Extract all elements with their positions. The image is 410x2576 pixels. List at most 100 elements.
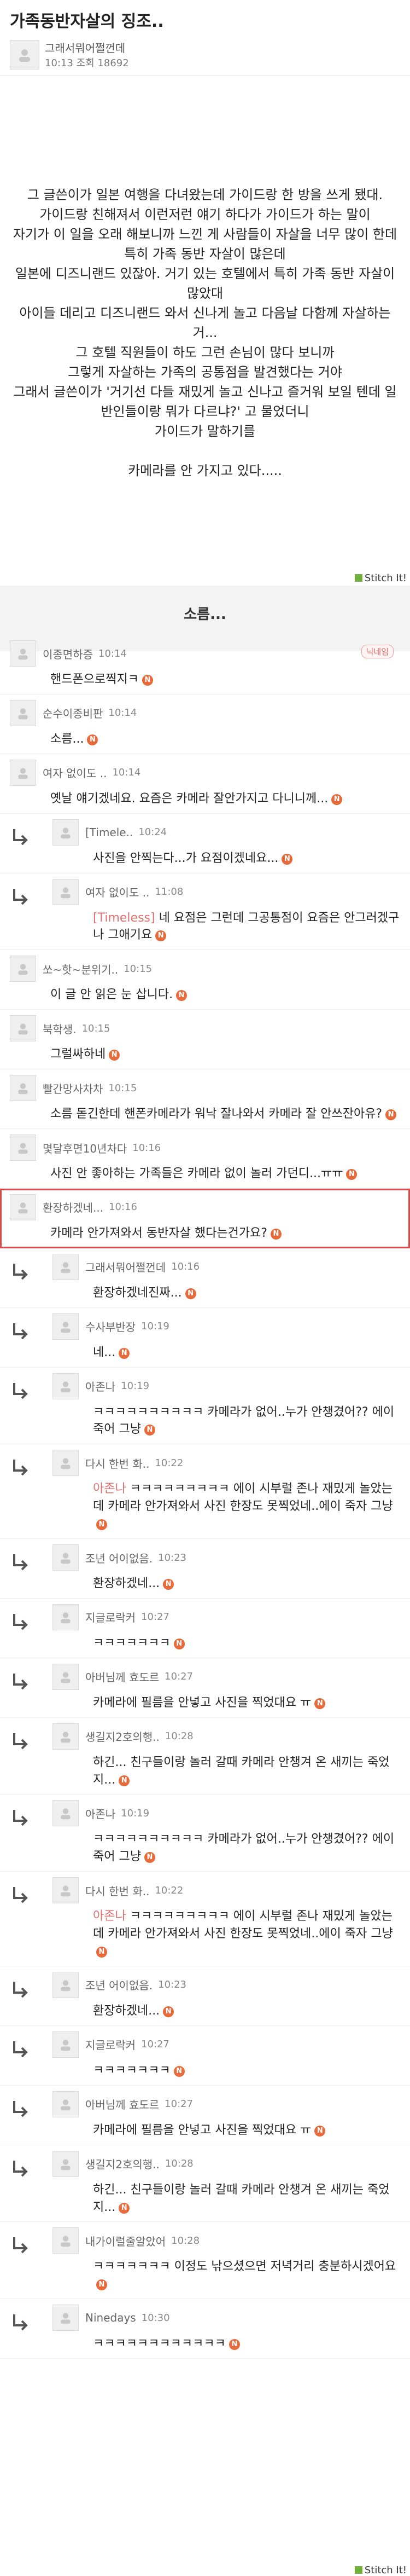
commenter-avatar[interactable] [52,878,79,905]
comment-time: 10:30 [141,2312,170,2324]
commenter-nickname[interactable]: 다시 한번 화.. [85,1883,149,1898]
stitch-icon [354,574,362,582]
commenter-nickname[interactable]: Ninedays [85,2311,136,2324]
author-avatar[interactable] [10,39,39,70]
comment-text: ㅋㅋㅋㅋㅋㅋㅋㅋㅋㅋ 카메라가 없어..누가 안챙겼어?? 에이 죽어 그냥 N [93,1404,400,1439]
commenter-nickname[interactable]: 북학생. [43,1021,77,1037]
comment-text: 카메라 안가져와서 동반자살 했다는건가요? N [50,1225,400,1242]
reply-comment: 조년 어이없음. 10:23 환장하겠네... N [0,1966,410,2026]
mention-tag[interactable]: [Timeless] [93,911,155,925]
commenter-avatar[interactable] [52,2091,79,2117]
commenter-avatar[interactable] [52,1604,79,1630]
commenter-nickname[interactable]: 여자 없이도 .. [85,884,149,900]
comment-body: 옛날 얘기겠네요. 요즘은 카메라 잘안가지고 다니니께... [50,791,329,806]
mention-tag[interactable]: 아존나 [93,1909,126,1923]
commenter-avatar[interactable] [10,1194,36,1220]
commenter-avatar[interactable] [52,1971,79,1998]
commenter-nickname[interactable]: 내가이럴줄알았어 [85,2233,166,2249]
comment-text: ㅋㅋㅋㅋㅋㅋㅋ 이정도 낚으셨으면 저녁거리 충분하시겠어요 N [93,2258,400,2293]
mention-tag[interactable]: 아존나 [93,1482,126,1496]
commenter-avatar[interactable] [10,759,36,786]
commenter-avatar[interactable] [52,1723,79,1750]
default-avatar-icon [61,1458,71,1469]
new-badge-icon: N [119,2202,130,2214]
commenter-avatar[interactable] [52,2227,79,2254]
new-badge-icon: N [96,1947,107,1958]
commenter-avatar[interactable] [10,1134,36,1161]
commenter-nickname[interactable]: 조년 어이없음. [85,1550,153,1566]
comment-body: ㅋㅋㅋㅋㅋㅋㅋㅋㅋㅋ 카메라가 없어..누가 안챙겼어?? 에이 죽어 그냥 [93,1405,395,1437]
reply-comment: 생길지2호의행.. 10:28 하긴... 친구들이랑 놀러 갈때 카메라 안챙겨 … [0,2145,410,2222]
commenter-nickname[interactable]: 아버님께 효도르 [85,1669,159,1684]
default-avatar-icon [61,827,71,838]
comment-time: 10:28 [171,2235,200,2247]
commenter-avatar[interactable] [52,1544,79,1571]
comment-text: 하긴... 친구들이랑 놀러 갈때 카메라 안챙겨 온 새끼는 죽었지... N [93,2181,400,2216]
commenter-avatar[interactable] [10,1015,36,1042]
commenter-nickname[interactable]: 그래서뭐어쩔껀데 [85,1259,166,1275]
comment-text: 옛날 얘기겠네요. 요즘은 카메라 잘안가지고 다니니께... N [50,790,400,808]
comment-body: ㅋㅋㅋㅋㅋㅋㅋ [93,1636,171,1650]
comment-body: 카메라에 필름을 안넣고 사진을 찍었대요 ㅠ [93,2123,312,2137]
commenter-avatar[interactable] [52,1253,79,1280]
commenter-avatar[interactable] [52,2031,79,2058]
default-avatar-icon [61,1672,71,1683]
stitch-icon [354,2566,362,2574]
commenter-nickname[interactable]: 여자 없이도 .. [43,765,107,780]
commenter-nickname[interactable]: 빨간망사차차 [43,1080,103,1096]
commenter-avatar[interactable] [52,2150,79,2177]
comment-time: 10:28 [165,1730,194,1743]
new-badge-icon: N [270,1228,282,1240]
reply-comment: [Timele.. 10:24 사진을 안찍는다...가 요점이겠네요... N [0,814,410,873]
commenter-nickname[interactable]: 몇달후면10년차다 [43,1140,127,1156]
commenter-avatar[interactable] [52,2305,79,2331]
commenter-avatar[interactable] [52,1313,79,1340]
commenter-nickname[interactable]: 생길지2호의행.. [85,2156,160,2172]
commenter-avatar[interactable] [52,1800,79,1827]
reply-arrow-icon [13,1323,28,1340]
commenter-nickname[interactable]: 아버님께 효도르 [85,2096,159,2112]
default-avatar-icon [61,1262,71,1273]
commenter-nickname[interactable]: 쏘~핫~분위기.. [43,961,118,977]
default-avatar-icon [18,964,28,975]
commenter-nickname[interactable]: 지글로락커 [85,1609,136,1625]
commenter-nickname[interactable]: 조년 어이없음. [85,1977,153,1993]
commenter-nickname[interactable]: 이종면하증 [43,646,93,662]
author-name[interactable]: 그래서뭐어쩔껀데 [45,39,129,55]
reply-arrow-icon [13,2160,28,2177]
default-avatar-icon [18,708,28,720]
comment-text: 사진을 안찍는다...가 요점이겠네요... N [93,850,400,867]
comment-body: 소름... [50,732,84,746]
commenter-avatar[interactable] [10,956,36,982]
commenter-nickname[interactable]: 순수이종비판 [43,705,103,721]
comment: 여자 없이도 .. 10:14 옛날 얘기겠네요. 요즘은 카메라 잘안가지고 다니… [0,754,410,814]
commenter-avatar[interactable] [52,1663,79,1690]
comment-text: 이 글 안 읽은 눈 삽니다. N [50,986,400,1004]
commenter-nickname[interactable]: 생길지2호의행.. [85,1728,160,1744]
commenter-avatar[interactable] [10,1075,36,1102]
reply-comment: 아존나 10:19 ㅋㅋㅋㅋㅋㅋㅋㅋㅋㅋ 카메라가 없어..누가 안챙겼어?? 에이… [0,1794,410,1872]
commenter-avatar[interactable] [52,1450,79,1477]
commenter-nickname[interactable]: 수사부반장 [85,1318,136,1334]
commenter-avatar[interactable] [10,640,36,667]
comment-time: 10:14 [98,647,127,659]
stitch-label: Stitch It! [354,572,407,584]
post-body-line: 특히 가족 동반 자살이 많은데 [124,246,286,262]
commenter-nickname[interactable]: [Timele.. [85,826,133,839]
comment-body: 카메라 안가져와서 동반자살 했다는건가요? [50,1226,267,1240]
commenter-avatar[interactable] [52,1877,79,1904]
new-badge-icon: N [96,1519,107,1531]
commenter-nickname[interactable]: 다시 한번 화.. [85,1455,149,1471]
comment-body: ㅋㅋㅋㅋㅋㅋㅋ [93,2063,171,2077]
commenter-nickname[interactable]: 아존나 [85,1805,115,1821]
new-badge-icon: N [155,930,167,942]
commenter-avatar[interactable] [10,699,36,726]
commenter-avatar[interactable] [52,1373,79,1399]
new-badge-icon: N [314,2125,326,2137]
commenter-avatar[interactable] [52,819,79,846]
default-avatar-icon [18,1143,28,1154]
commenter-nickname[interactable]: 환장하겠네... [43,1199,103,1215]
comment-text: 카메라에 필름을 안넣고 사진을 찍었대요 ㅠN [93,1694,400,1712]
commenter-nickname[interactable]: 아존나 [85,1378,115,1394]
commenter-nickname[interactable]: 지글로락커 [85,2036,136,2052]
